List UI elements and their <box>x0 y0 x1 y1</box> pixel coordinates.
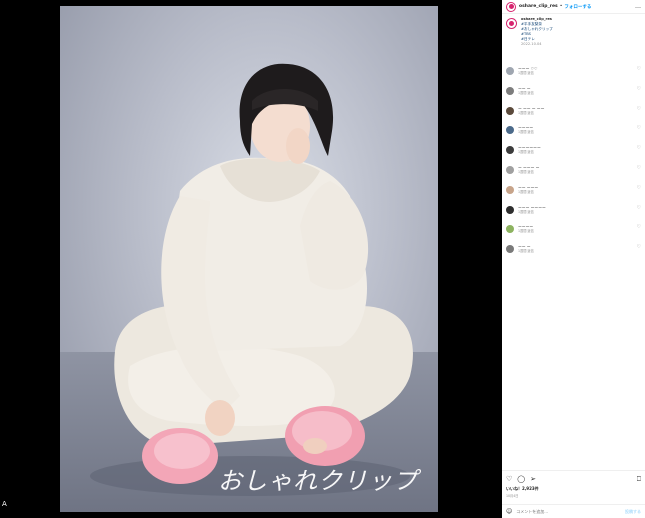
comment-item: ー ーーー ー 1週間 返信 ♡ <box>506 165 641 185</box>
comment-meta[interactable]: 1週間 返信 <box>518 71 635 76</box>
comment-item: ーー ー 1週間 返信 ♡ <box>506 86 641 106</box>
like-comment-heart-icon[interactable]: ♡ <box>635 205 641 211</box>
like-comment-heart-icon[interactable]: ♡ <box>635 125 641 131</box>
like-comment-heart-icon[interactable]: ♡ <box>635 185 641 191</box>
comment-meta[interactable]: 1週間 返信 <box>518 130 635 135</box>
caption-time: 2022.10.04 <box>521 42 542 46</box>
emoji-icon[interactable]: ☺ <box>506 508 512 515</box>
heart-icon[interactable]: ♡ <box>506 475 512 483</box>
commenter-avatar[interactable] <box>506 205 514 214</box>
comment-item: ーー ーーー 1週間 返信 ♡ <box>506 185 641 205</box>
comment-list[interactable]: ーーー ♡♡ 1週間 返信 ♡ ーー ー 1週間 返信 ♡ ー ーー ー ーー 1週間 返… <box>506 66 641 264</box>
post-photo[interactable]: おしゃれクリップ <box>60 6 438 512</box>
comment-item: ーーーー 1週間 返信 ♡ <box>506 224 641 244</box>
comment-item: ー ーー ー ーー 1週間 返信 ♡ <box>506 106 641 126</box>
photo-signature: おしゃれクリップ <box>218 467 418 495</box>
comment-item: ーー ー 1週間 返信 ♡ <box>506 244 641 264</box>
header-username[interactable]: oshare_clip_res <box>519 4 558 9</box>
comment-meta[interactable]: 1週間 返信 <box>518 229 635 234</box>
like-count[interactable]: いいね！2,923件 <box>506 486 641 492</box>
post-header: oshare_clip_res • フォローする … <box>502 0 645 14</box>
bookmark-icon[interactable]: ⎕ <box>637 475 641 483</box>
corner-mark: A <box>2 500 7 508</box>
post-date: 10月4日 <box>506 494 519 498</box>
post-actions: ♡ ◯ ➢ ⎕ いいね！2,923件 10月4日 <box>502 470 645 498</box>
post-comment-button[interactable]: 投稿する <box>625 509 641 515</box>
comment-icon[interactable]: ◯ <box>517 475 525 483</box>
commenter-avatar[interactable] <box>506 146 514 155</box>
screen: おしゃれクリップ A oshare_clip_res • フォローする … os… <box>0 0 645 518</box>
commenter-avatar[interactable] <box>506 86 514 95</box>
comment-meta[interactable]: 1週間 返信 <box>518 190 635 195</box>
like-comment-heart-icon[interactable]: ♡ <box>635 66 641 72</box>
comment-meta[interactable]: 1週間 返信 <box>518 111 635 116</box>
like-comment-heart-icon[interactable]: ♡ <box>635 224 641 230</box>
like-comment-heart-icon[interactable]: ♡ <box>635 145 641 151</box>
comment-meta[interactable]: 1週間 返信 <box>518 91 635 96</box>
comment-item: ーーー ーーーー 1週間 返信 ♡ <box>506 205 641 225</box>
commenter-avatar[interactable] <box>506 126 514 135</box>
caption-text: oshare_clip_res #平手友梨奈 #おしゃれクリップ #TBS #日… <box>521 17 553 47</box>
comment-meta[interactable]: 1週間 返信 <box>518 170 635 175</box>
share-icon[interactable]: ➢ <box>530 475 536 483</box>
commenter-avatar[interactable] <box>506 185 514 194</box>
like-comment-heart-icon[interactable]: ♡ <box>635 106 641 112</box>
follow-button[interactable]: フォローする <box>564 4 591 10</box>
seated-person-illustration <box>90 63 413 496</box>
comment-input[interactable] <box>516 509 625 514</box>
comment-item: ーーーー 1週間 返信 ♡ <box>506 125 641 145</box>
header-separator: • <box>559 4 563 9</box>
post-caption: oshare_clip_res #平手友梨奈 #おしゃれクリップ #TBS #日… <box>506 17 641 47</box>
commenter-avatar[interactable] <box>506 67 514 75</box>
comment-meta[interactable]: 1週間 返信 <box>518 150 635 155</box>
commenter-avatar[interactable] <box>506 245 514 254</box>
commenter-avatar[interactable] <box>506 225 514 234</box>
like-comment-heart-icon[interactable]: ♡ <box>635 165 641 171</box>
comment-meta[interactable]: 1週間 返信 <box>518 249 635 254</box>
comment-item: ーーー ♡♡ 1週間 返信 ♡ <box>506 66 641 86</box>
like-comment-heart-icon[interactable]: ♡ <box>635 86 641 92</box>
commenter-avatar[interactable] <box>506 106 514 115</box>
post-side-panel: oshare_clip_res • フォローする … oshare_clip_r… <box>502 0 645 518</box>
header-avatar[interactable] <box>506 1 516 12</box>
caption-avatar[interactable] <box>506 18 517 29</box>
like-comment-heart-icon[interactable]: ♡ <box>635 244 641 250</box>
comment-item: ーーーーーー 1週間 返信 ♡ <box>506 145 641 165</box>
add-comment-bar: ☺ 投稿する <box>502 504 645 518</box>
more-options-icon[interactable]: … <box>635 3 641 10</box>
comment-meta[interactable]: 1週間 返信 <box>518 210 635 215</box>
commenter-avatar[interactable] <box>506 165 514 174</box>
action-icons: ♡ ◯ ➢ ⎕ <box>506 474 641 484</box>
